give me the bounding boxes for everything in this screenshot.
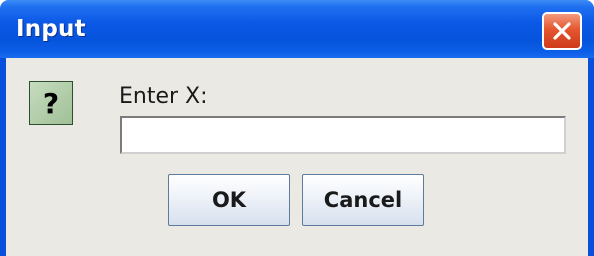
question-glyph: ? (42, 86, 60, 120)
window-title: Input (16, 16, 86, 42)
input-dialog-window: Input ? Enter X: OK Cancel (0, 0, 594, 256)
title-bar[interactable]: Input (0, 0, 594, 58)
question-icon: ? (29, 81, 73, 125)
prompt-label: Enter X: (119, 84, 208, 109)
close-icon (553, 22, 571, 40)
x-input-field[interactable] (120, 116, 566, 154)
cancel-button[interactable]: Cancel (302, 174, 424, 226)
dialog-body: ? Enter X: OK Cancel (6, 58, 588, 256)
ok-button[interactable]: OK (168, 174, 290, 226)
close-button[interactable] (542, 12, 582, 50)
cancel-button-label: Cancel (323, 188, 403, 212)
ok-button-label: OK (211, 188, 247, 212)
